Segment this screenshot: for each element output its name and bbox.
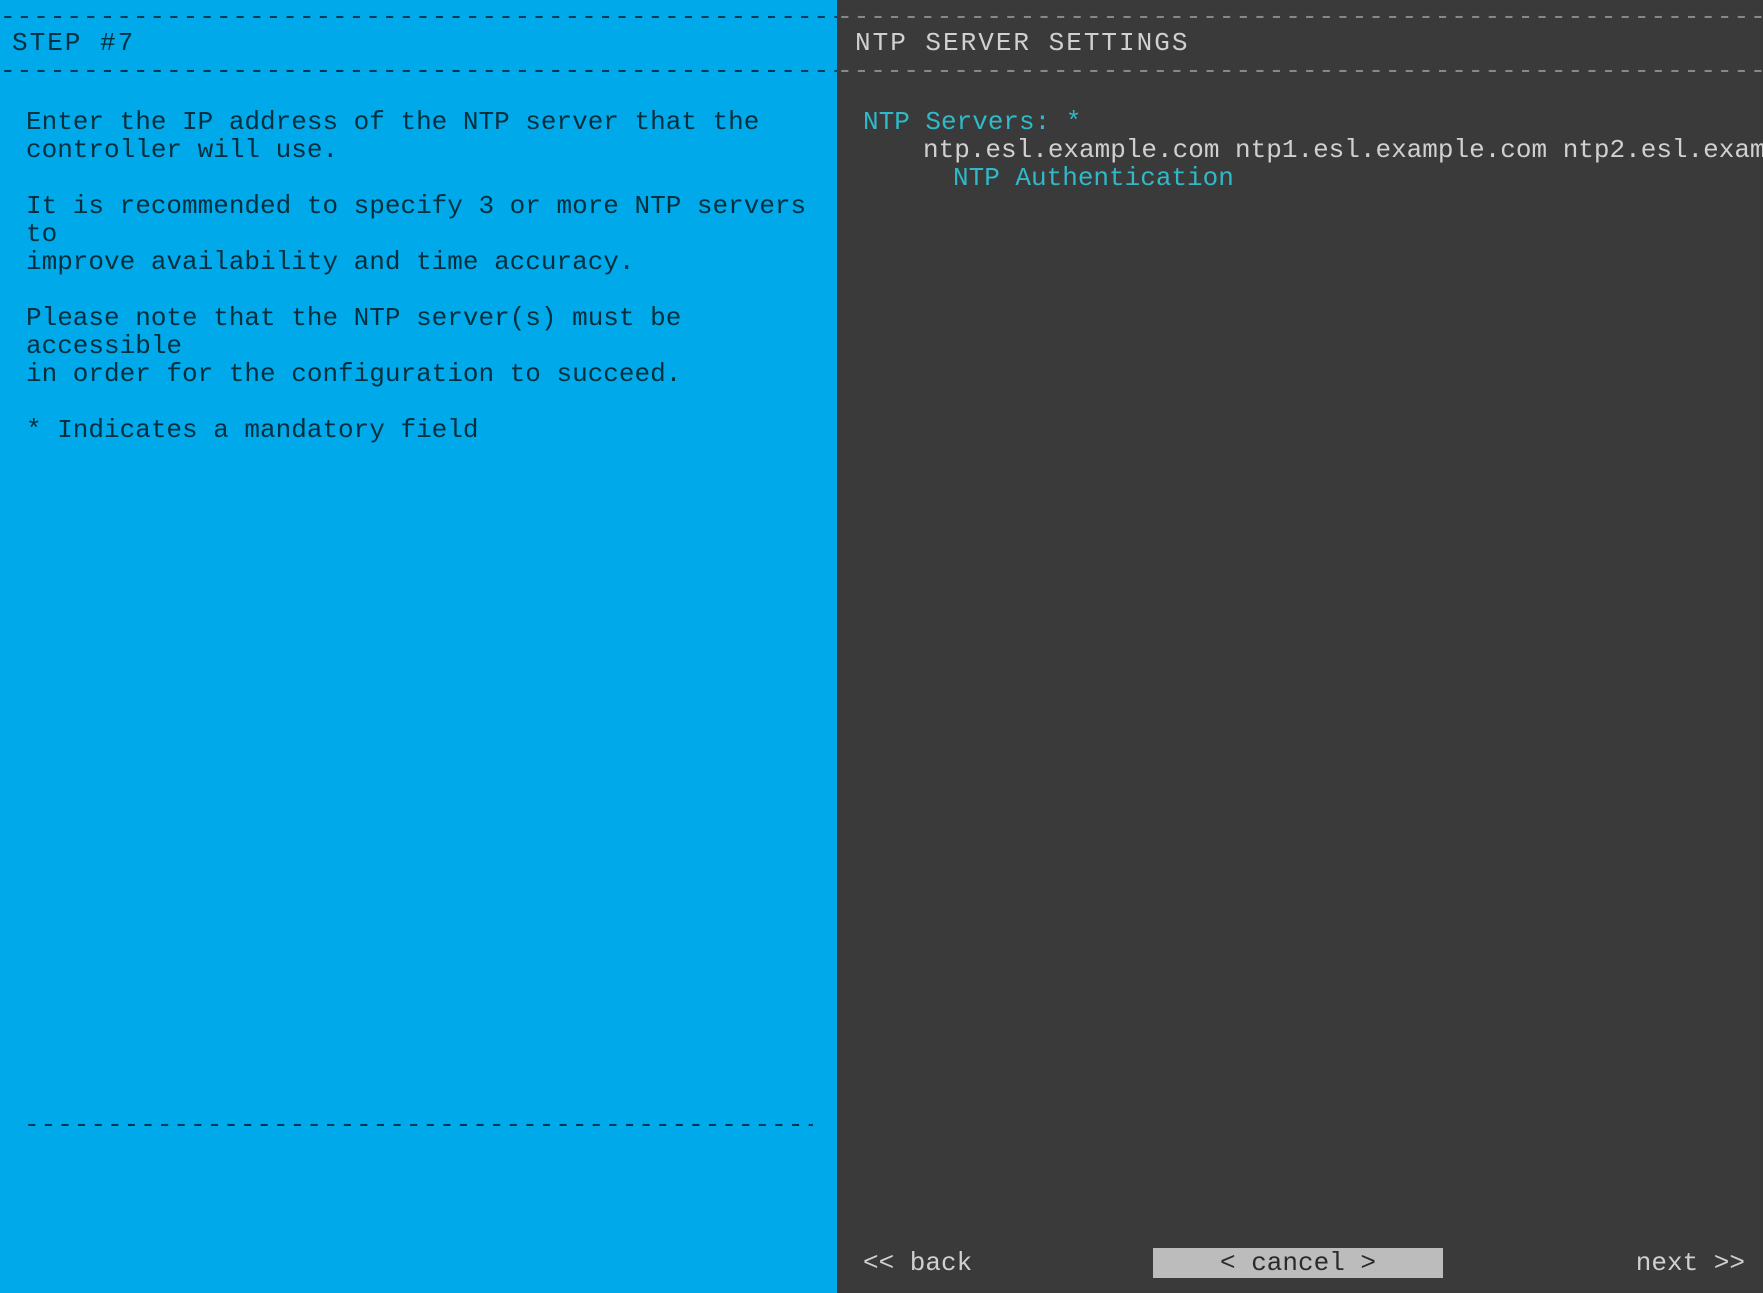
help-text-3: Please note that the NTP server(s) must … [26, 304, 811, 388]
divider: ----------------------------------------… [24, 1110, 813, 1130]
nav-bar: << back < cancel > next >> [837, 1243, 1763, 1283]
next-button[interactable]: next >> [1636, 1248, 1745, 1278]
help-text-2: It is recommended to specify 3 or more N… [26, 192, 811, 276]
divider: ----------------------------------------… [837, 56, 1763, 76]
right-form-panel: ----------------------------------------… [837, 0, 1763, 1293]
mandatory-note: * Indicates a mandatory field [26, 416, 811, 444]
help-text-1: Enter the IP address of the NTP server t… [26, 108, 811, 164]
divider: ----------------------------------------… [837, 2, 1763, 22]
ntp-authentication-button[interactable]: NTP Authentication [863, 164, 1753, 192]
divider: ----------------------------------------… [0, 56, 837, 76]
ntp-servers-input[interactable]: ntp.esl.example.com ntp1.esl.example.com… [863, 136, 1753, 164]
back-button[interactable]: << back [863, 1248, 972, 1278]
ntp-servers-label: NTP Servers: * [863, 108, 1753, 136]
cancel-button[interactable]: < cancel > [1153, 1248, 1443, 1278]
panel-title: NTP SERVER SETTINGS [855, 28, 1189, 58]
step-title: STEP #7 [12, 28, 135, 58]
left-help-panel: ----------------------------------------… [0, 0, 837, 1293]
divider: ----------------------------------------… [0, 2, 837, 22]
